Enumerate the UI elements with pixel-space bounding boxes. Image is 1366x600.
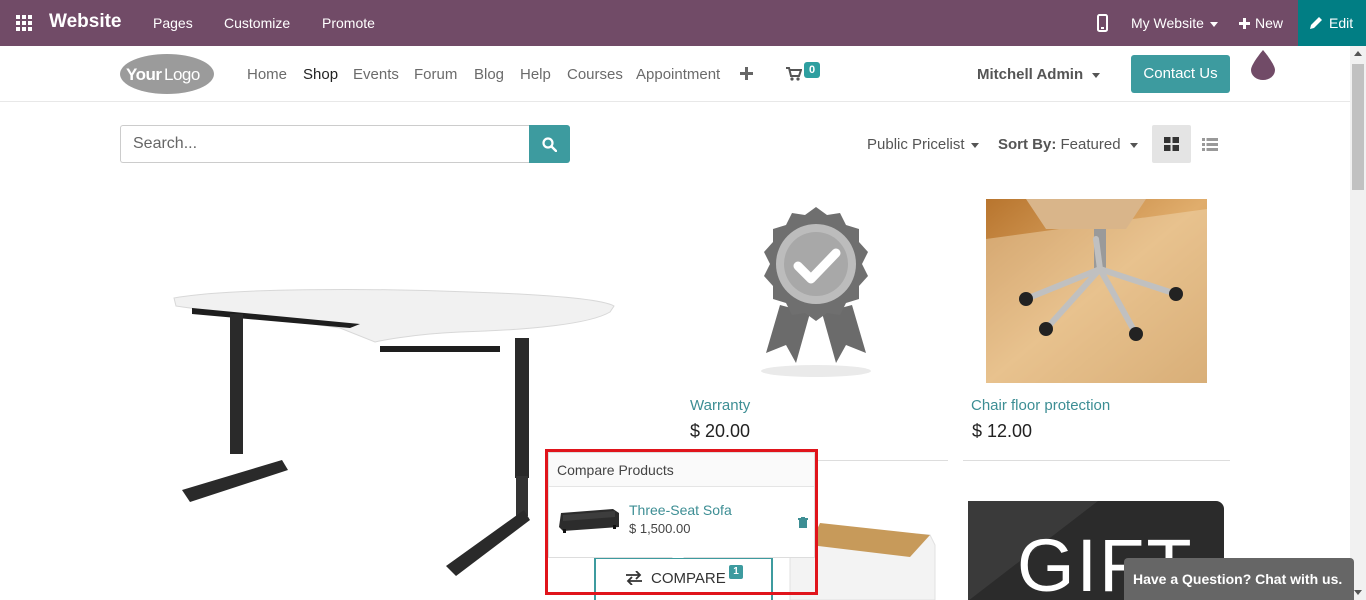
website-navbar: Your Logo Home Shop Events Forum Blog He… — [0, 46, 1350, 102]
nav-forum[interactable]: Forum — [414, 66, 457, 83]
cart-count-badge: 0 — [804, 62, 820, 78]
cart-icon[interactable] — [786, 67, 802, 81]
chair-floor-protection-image[interactable] — [986, 199, 1207, 383]
sort-by-dropdown[interactable]: Sort By: Featured — [998, 136, 1138, 153]
compare-popover-title: Compare Products — [549, 453, 814, 487]
menu-promote[interactable]: Promote — [322, 15, 375, 31]
nav-home[interactable]: Home — [247, 66, 287, 83]
sofa-thumbnail[interactable] — [557, 505, 621, 533]
chevron-down-icon — [970, 142, 979, 148]
sort-prefix: Sort By: — [998, 136, 1057, 153]
product-name[interactable]: Warranty — [690, 397, 750, 414]
grid-view-icon — [1164, 137, 1179, 151]
sort-value: Featured — [1060, 136, 1121, 153]
svg-text:Logo: Logo — [164, 65, 200, 84]
app-brand[interactable]: Website — [49, 11, 122, 33]
my-website-label: My Website — [1131, 15, 1204, 31]
new-label: New — [1255, 15, 1284, 31]
menu-customize[interactable]: Customize — [224, 15, 290, 31]
theme-drop-icon[interactable] — [1251, 50, 1275, 80]
page-scrollbar[interactable] — [1350, 46, 1366, 600]
search-input[interactable] — [120, 125, 530, 163]
compare-count-badge: 1 — [729, 565, 743, 579]
edit-button[interactable]: Edit — [1298, 0, 1366, 46]
apps-grid-icon[interactable] — [16, 15, 32, 31]
product-divider — [963, 460, 1230, 461]
list-view-icon — [1202, 138, 1218, 151]
nav-appointment[interactable]: Appointment — [636, 66, 720, 83]
scrollbar-thumb[interactable] — [1352, 64, 1364, 190]
edit-label: Edit — [1329, 15, 1354, 31]
add-menu-plus-icon[interactable] — [740, 67, 753, 80]
menu-pages[interactable]: Pages — [153, 15, 193, 31]
product-name[interactable]: Chair floor protection — [971, 397, 1110, 414]
scroll-up-arrow-icon[interactable] — [1354, 51, 1362, 56]
svg-text:Your: Your — [126, 65, 162, 84]
pricelist-label: Public Pricelist — [867, 136, 965, 153]
plus-icon — [1239, 18, 1250, 29]
product-search — [120, 125, 570, 163]
my-website-dropdown[interactable]: My Website — [1131, 15, 1218, 31]
nav-courses[interactable]: Courses — [567, 66, 623, 83]
chevron-down-icon — [1092, 72, 1101, 78]
swap-arrows-icon — [626, 571, 642, 585]
product-price: $ 20.00 — [690, 421, 751, 441]
page-root: Website Pages Customize Promote My Websi… — [0, 0, 1366, 600]
pricelist-dropdown[interactable]: Public Pricelist — [867, 136, 979, 153]
chevron-down-icon — [1209, 21, 1218, 27]
compare-button[interactable]: COMPARE 1 — [594, 558, 773, 600]
compare-item-name[interactable]: Three-Seat Sofa — [629, 502, 732, 518]
new-button[interactable]: New — [1239, 15, 1283, 31]
company-logo[interactable]: Your Logo — [120, 54, 214, 94]
product-price: $ 12.00 — [972, 421, 1033, 441]
trash-icon[interactable] — [798, 517, 808, 528]
live-chat-button[interactable]: Have a Question? Chat with us. — [1124, 558, 1354, 600]
warranty-product-image[interactable] — [748, 205, 883, 380]
chevron-down-icon — [1129, 142, 1138, 148]
compare-products-popover: Compare Products Three-Seat Sofa $ 1,500… — [548, 452, 815, 567]
nav-events[interactable]: Events — [353, 66, 399, 83]
admin-topbar: Website Pages Customize Promote My Websi… — [0, 0, 1366, 46]
contact-us-button[interactable]: Contact Us — [1131, 55, 1230, 93]
user-name: Mitchell Admin — [977, 66, 1084, 83]
nav-shop[interactable]: Shop — [303, 66, 338, 83]
mobile-preview-icon[interactable] — [1097, 14, 1108, 32]
compare-item-price: $ 1,500.00 — [629, 521, 691, 536]
search-button[interactable] — [529, 125, 570, 163]
grid-view-button[interactable] — [1152, 125, 1191, 163]
user-menu-dropdown[interactable]: Mitchell Admin — [977, 66, 1101, 83]
list-view-button[interactable] — [1198, 125, 1222, 163]
compare-button-label: COMPARE — [651, 570, 726, 587]
pencil-icon — [1310, 17, 1322, 29]
scroll-down-arrow-icon[interactable] — [1354, 590, 1362, 595]
nav-help[interactable]: Help — [520, 66, 551, 83]
search-icon — [542, 137, 557, 152]
nav-blog[interactable]: Blog — [474, 66, 504, 83]
